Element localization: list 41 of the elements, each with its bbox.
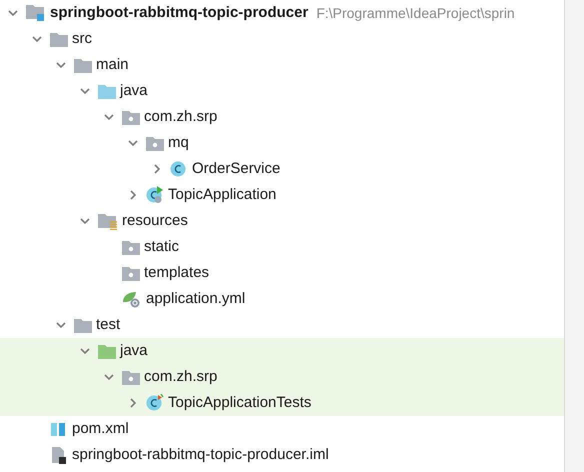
package-icon [122, 240, 140, 254]
node-label: src [72, 28, 92, 49]
node-label: TopicApplication [168, 184, 276, 205]
node-label: java [120, 340, 148, 361]
folder-icon [98, 344, 116, 358]
node-label: application.yml [146, 288, 246, 309]
package-icon [122, 266, 140, 280]
scrollbar[interactable] [564, 0, 584, 472]
node-label: OrderService [192, 158, 280, 179]
package-icon [146, 136, 164, 150]
folder-icon [74, 318, 92, 332]
tree-row[interactable]: java [0, 338, 564, 364]
node-label: main [96, 54, 129, 75]
folder-icon [74, 58, 92, 72]
class-icon [146, 394, 164, 412]
resources-folder-icon [98, 212, 118, 230]
node-label: springboot-rabbitmq-topic-producer [50, 2, 308, 23]
node-label: TopicApplicationTests [168, 392, 312, 413]
tree-row[interactable]: com.zh.srp [0, 364, 564, 390]
node-label: springboot-rabbitmq-topic-producer.iml [72, 444, 329, 465]
node-label: test [96, 314, 120, 335]
class-icon [146, 186, 164, 204]
node-label: mq [168, 132, 189, 153]
node-label: com.zh.srp [144, 366, 218, 387]
folder-icon [98, 84, 116, 98]
node-label: static [144, 236, 180, 257]
leaf-icon [122, 290, 142, 308]
node-path: F:\Programme\IdeaProject\sprin [316, 4, 515, 23]
node-label: resources [122, 210, 188, 231]
node-label: java [120, 80, 148, 101]
node-label: pom.xml [72, 418, 129, 439]
class-icon [170, 160, 188, 178]
file-icon [50, 446, 68, 464]
package-icon [122, 110, 140, 124]
module-icon [26, 4, 46, 22]
node-label: templates [144, 262, 210, 283]
file-icon [50, 421, 68, 437]
package-icon [122, 370, 140, 384]
tree-row[interactable]: TopicApplicationTests [0, 390, 564, 416]
node-label: com.zh.srp [144, 106, 218, 127]
folder-icon [50, 32, 68, 46]
